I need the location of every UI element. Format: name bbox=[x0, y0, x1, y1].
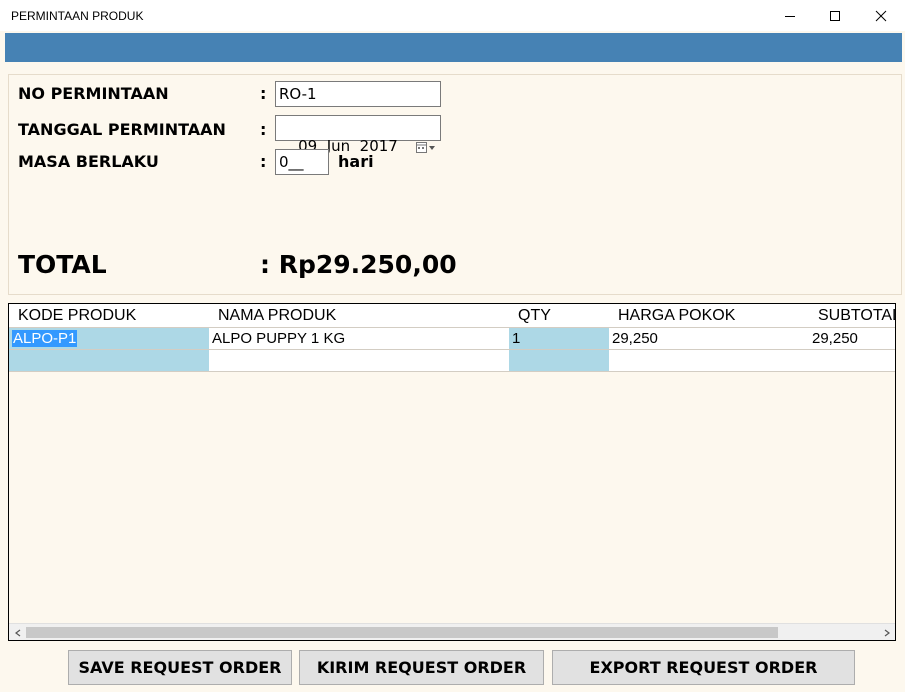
header-band bbox=[5, 33, 902, 62]
cell-qty[interactable]: 1 bbox=[509, 328, 610, 350]
minimize-button[interactable] bbox=[767, 0, 813, 31]
column-header-kode-produk[interactable]: KODE PRODUK bbox=[9, 304, 210, 328]
cell-kode-produk-new[interactable] bbox=[9, 350, 210, 372]
cell-harga-pokok[interactable]: 29,250 bbox=[609, 328, 810, 350]
masa-berlaku-unit: hari bbox=[338, 152, 374, 171]
masa-berlaku-label: MASA BERLAKU bbox=[18, 152, 159, 171]
masa-berlaku-field[interactable]: 0__ bbox=[275, 149, 329, 175]
total-label: TOTAL bbox=[18, 250, 107, 279]
maximize-button[interactable] bbox=[812, 0, 858, 31]
column-header-qty[interactable]: QTY bbox=[509, 304, 610, 328]
table-row[interactable]: ALPO-P1 bbox=[9, 328, 210, 350]
tanggal-permintaan-colon: : bbox=[260, 120, 267, 139]
window-title: PERMINTAAN PRODUK bbox=[11, 9, 144, 23]
no-permintaan-colon: : bbox=[260, 84, 267, 103]
masa-berlaku-colon: : bbox=[260, 152, 267, 171]
no-permintaan-label: NO PERMINTAAN bbox=[18, 84, 169, 103]
export-request-order-button[interactable]: EXPORT REQUEST ORDER bbox=[552, 650, 855, 685]
column-header-subtotal[interactable]: SUBTOTAL bbox=[809, 304, 895, 328]
close-button[interactable] bbox=[858, 0, 904, 31]
cell-qty-new[interactable] bbox=[509, 350, 610, 372]
scroll-right-icon[interactable] bbox=[878, 624, 895, 640]
scrollbar-thumb[interactable] bbox=[26, 627, 778, 638]
no-permintaan-field[interactable]: RO-1 bbox=[275, 81, 441, 107]
cell-kode-produk[interactable]: ALPO-P1 bbox=[12, 330, 78, 347]
cell-subtotal[interactable]: 29,250 bbox=[809, 328, 895, 350]
tanggal-permintaan-field[interactable]: 09 Jun 2017 bbox=[275, 115, 441, 155]
cell-harga-pokok-new[interactable] bbox=[609, 350, 810, 372]
maximize-icon bbox=[830, 10, 840, 21]
form-panel: NO PERMINTAAN : RO-1 TANGGAL PERMINTAAN … bbox=[8, 74, 902, 295]
tanggal-permintaan-label: TANGGAL PERMINTAAN bbox=[18, 120, 226, 139]
close-icon bbox=[875, 10, 887, 21]
save-request-order-button[interactable]: SAVE REQUEST ORDER bbox=[68, 650, 292, 685]
minimize-icon bbox=[785, 15, 795, 17]
horizontal-scrollbar[interactable] bbox=[9, 623, 895, 640]
calendar-icon[interactable] bbox=[387, 122, 436, 176]
cell-subtotal-new[interactable] bbox=[809, 350, 895, 372]
scroll-left-icon[interactable] bbox=[9, 624, 26, 640]
kirim-request-order-button[interactable]: KIRIM REQUEST ORDER bbox=[299, 650, 544, 685]
title-bar: PERMINTAAN PRODUK bbox=[0, 0, 905, 31]
cell-nama-produk[interactable]: ALPO PUPPY 1 KG bbox=[209, 328, 510, 350]
column-header-harga-pokok[interactable]: HARGA POKOK bbox=[609, 304, 810, 328]
cell-nama-produk-new[interactable] bbox=[209, 350, 510, 372]
column-header-nama-produk[interactable]: NAMA PRODUK bbox=[209, 304, 510, 328]
product-grid[interactable]: KODE PRODUK NAMA PRODUK QTY HARGA POKOK … bbox=[8, 303, 896, 641]
total-value: : Rp29.250,00 bbox=[260, 250, 457, 279]
